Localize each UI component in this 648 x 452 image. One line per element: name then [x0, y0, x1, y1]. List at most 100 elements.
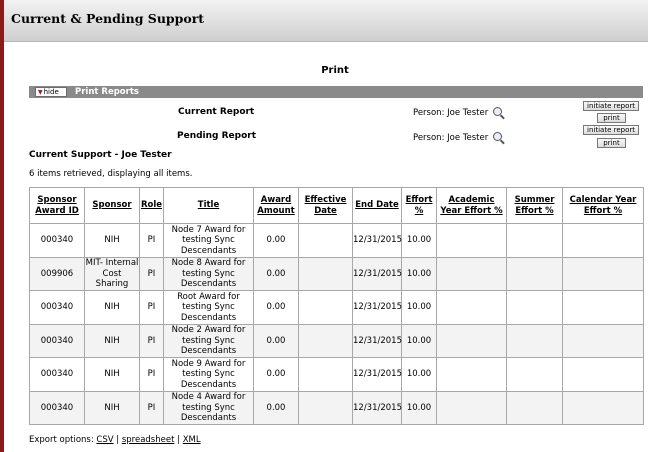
current-support-title: Current Support - Joe Tester — [29, 150, 172, 160]
table-cell: 0.00 — [253, 290, 299, 325]
current-report-person: Person: Joe Tester — [413, 107, 502, 118]
table-cell — [562, 256, 644, 291]
page-header: Current & Pending Support — [4, 0, 648, 42]
table-cell: 000340 — [29, 390, 85, 425]
table-cell: 12/31/2015 — [352, 256, 402, 291]
column-header[interactable]: Award Amount — [253, 187, 299, 224]
hide-toggle-button[interactable]: ▼hide — [35, 87, 67, 97]
table-cell: PI — [139, 323, 164, 358]
table-cell — [506, 323, 563, 358]
export-label: Export options: — [29, 435, 94, 445]
print-reports-bar: ▼hide Print Reports — [29, 86, 643, 98]
table-cell — [436, 290, 507, 325]
column-header[interactable]: Effective Date — [298, 187, 353, 224]
print-reports-title: Print Reports — [75, 87, 139, 97]
table-cell: PI — [139, 390, 164, 425]
magnifier-icon[interactable] — [492, 132, 502, 141]
table-cell: Root Award for testing Sync Descendants — [163, 290, 254, 325]
table-cell: 12/31/2015 — [352, 390, 402, 425]
export-csv-link[interactable]: CSV — [96, 435, 113, 445]
table-cell: 000340 — [29, 223, 85, 258]
table-cell: Node 2 Award for testing Sync Descendant… — [163, 323, 254, 358]
export-spreadsheet-link[interactable]: spreadsheet — [122, 435, 175, 445]
column-header[interactable]: Sponsor — [84, 187, 140, 224]
table-cell: 000340 — [29, 323, 85, 358]
table-cell: PI — [139, 223, 164, 258]
table-cell: 12/31/2015 — [352, 357, 402, 392]
table-cell — [506, 390, 563, 425]
table-cell — [562, 223, 644, 258]
table-cell: 10.00 — [401, 256, 437, 291]
current-print-button[interactable]: print — [597, 113, 626, 123]
table-cell: 000340 — [29, 357, 85, 392]
table-cell — [298, 323, 353, 358]
table-cell: 000340 — [29, 290, 85, 325]
column-header[interactable]: End Date — [352, 187, 402, 224]
table-body: 000340 NIH PI Node 7 Award for testing Sync… — [29, 223, 644, 425]
table-row: 009906 MIT- Internal Cost Sharing PI Node 8… — [29, 256, 644, 291]
table-cell: PI — [139, 357, 164, 392]
table-cell: MIT- Internal Cost Sharing — [84, 256, 140, 291]
table-row: 000340 NIH PI Node 2 Award for testing Sync… — [29, 323, 644, 358]
export-separator: | — [116, 435, 120, 445]
table-cell: 0.00 — [253, 323, 299, 358]
table-cell — [436, 323, 507, 358]
table-row: 000340 NIH PI Node 4 Award for testing Sync… — [29, 390, 644, 425]
support-table: Sponsor Award ID Sponsor Role Title Awar… — [29, 187, 644, 425]
column-header[interactable]: Effort % — [401, 187, 437, 224]
pending-report-person: Person: Joe Tester — [413, 132, 502, 143]
table-cell — [298, 290, 353, 325]
column-header[interactable]: Title — [163, 187, 254, 224]
table-cell: NIH — [84, 290, 140, 325]
current-initiate-report-button[interactable]: initiate report — [583, 101, 639, 111]
table-cell — [298, 390, 353, 425]
table-cell: 12/31/2015 — [352, 323, 402, 358]
table-cell — [298, 223, 353, 258]
table-row: 000340 NIH PI Root Award for testing Sync D… — [29, 290, 644, 325]
table-cell: 12/31/2015 — [352, 290, 402, 325]
table-cell: 10.00 — [401, 323, 437, 358]
table-cell — [506, 357, 563, 392]
export-xml-link[interactable]: XML — [183, 435, 201, 445]
table-cell: 10.00 — [401, 290, 437, 325]
table-cell: Node 8 Award for testing Sync Descendant… — [163, 256, 254, 291]
items-retrieved-text: 6 items retrieved, displaying all items. — [29, 169, 193, 179]
table-cell: 0.00 — [253, 223, 299, 258]
page-title: Current & Pending Support — [11, 11, 205, 26]
triangle-down-icon: ▼ — [38, 89, 43, 96]
table-cell — [506, 256, 563, 291]
table-row: 000340 NIH PI Node 9 Award for testing Sync… — [29, 357, 644, 392]
table-cell: PI — [139, 256, 164, 291]
magnifier-icon[interactable] — [492, 107, 502, 116]
table-cell: NIH — [84, 223, 140, 258]
table-cell — [562, 290, 644, 325]
pending-report-label: Pending Report — [177, 131, 257, 141]
column-header[interactable]: Calendar Year Effort % — [562, 187, 644, 224]
table-cell: 009906 — [29, 256, 85, 291]
table-cell: Node 7 Award for testing Sync Descendant… — [163, 223, 254, 258]
table-cell — [298, 357, 353, 392]
column-header[interactable]: Role — [139, 187, 164, 224]
pending-print-button[interactable]: print — [597, 138, 626, 148]
table-cell — [562, 390, 644, 425]
table-cell: 10.00 — [401, 357, 437, 392]
export-separator: | — [177, 435, 180, 445]
table-cell — [562, 323, 644, 358]
export-options: Export options: CSV | spreadsheet | XML — [29, 435, 201, 445]
column-header[interactable]: Summer Effort % — [506, 187, 563, 224]
table-cell — [436, 390, 507, 425]
table-cell — [298, 256, 353, 291]
column-header[interactable]: Academic Year Effort % — [436, 187, 507, 224]
table-header-row: Sponsor Award ID Sponsor Role Title Awar… — [29, 187, 644, 224]
table-cell: NIH — [84, 390, 140, 425]
table-cell: 0.00 — [253, 390, 299, 425]
pending-initiate-report-button[interactable]: initiate report — [583, 125, 639, 135]
table-row: 000340 NIH PI Node 7 Award for testing Sync… — [29, 223, 644, 258]
table-cell — [436, 357, 507, 392]
table-cell: 12/31/2015 — [352, 223, 402, 258]
table-cell — [562, 357, 644, 392]
pending-person-text: Person: Joe Tester — [413, 133, 489, 143]
table-cell: 0.00 — [253, 357, 299, 392]
column-header[interactable]: Sponsor Award ID — [29, 187, 85, 224]
current-report-label: Current Report — [178, 107, 255, 117]
